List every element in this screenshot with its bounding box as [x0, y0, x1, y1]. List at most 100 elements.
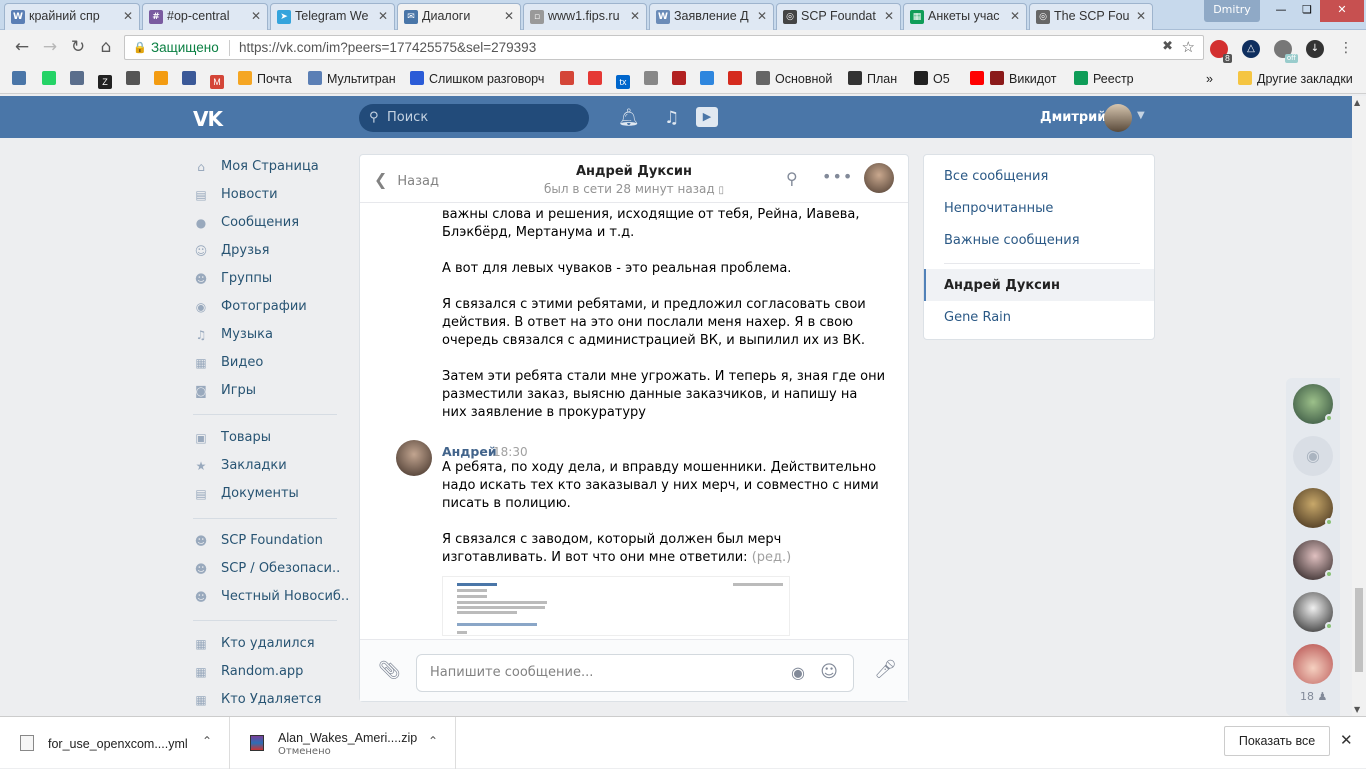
tab-close-icon[interactable]: ✕ [123, 4, 133, 29]
home-button[interactable]: ⌂ [96, 37, 116, 57]
left-nav-item[interactable]: ▦ Кто Удаляется [193, 690, 343, 710]
chevron-down-icon[interactable]: ▼ [1137, 110, 1145, 121]
bookmark-item[interactable] [970, 71, 989, 87]
conversation-item[interactable]: Gene Rain [944, 310, 1011, 325]
bookmark-item[interactable]: M [210, 71, 229, 89]
notifications-bell-icon[interactable]: 🔔︎ [618, 108, 640, 128]
chat-search-icon[interactable]: ⚲ [786, 169, 798, 188]
browser-tab[interactable]: W Заявление Д ✕ [649, 3, 774, 30]
browser-tab[interactable]: Wкрайний спр ✕ [4, 3, 140, 30]
friend-avatar[interactable] [1293, 384, 1333, 424]
conversation-item[interactable]: Андрей Дуксин [944, 278, 1060, 293]
show-all-downloads-button[interactable]: Показать все [1224, 726, 1330, 756]
message-time[interactable]: 18:30 [493, 445, 528, 459]
bookmark-item[interactable]: Реестр [1074, 71, 1134, 87]
left-nav-item[interactable]: ★ Закладки [193, 456, 343, 476]
address-bar[interactable]: 🔒 Защищено https://vk.com/im?peers=17742… [124, 35, 1204, 60]
message-input[interactable]: Напишите сообщение... ◉ ☺ [416, 654, 854, 692]
left-nav-item[interactable]: ◉ Фотографии [193, 297, 343, 317]
back-button[interactable]: ← [12, 37, 32, 57]
tab-close-icon[interactable]: ✕ [1010, 4, 1020, 29]
smile-icon[interactable]: ☺ [820, 662, 838, 682]
left-nav-item[interactable]: ▣ Товары [193, 428, 343, 448]
bookmark-item[interactable]: Основной [756, 71, 832, 87]
download-item[interactable]: for_use_openxcom....yml ⌃ [0, 717, 230, 769]
bookmark-star-icon[interactable]: ☆ [1182, 38, 1195, 56]
music-player-icon[interactable]: ♫ [664, 108, 679, 128]
bookmark-item[interactable] [560, 71, 579, 87]
vpn-extension-icon[interactable]: off [1274, 40, 1298, 63]
left-nav-item[interactable]: ♫ Музыка [193, 325, 343, 345]
extension-badge-icon[interactable]: 8 [1210, 40, 1232, 63]
friend-avatar[interactable] [1293, 488, 1333, 528]
bookmark-item[interactable]: План [848, 71, 897, 87]
reload-button[interactable]: ↻ [68, 37, 88, 57]
bookmark-item[interactable] [728, 71, 747, 87]
message-author[interactable]: Андрей [442, 444, 497, 459]
messages-filter-item[interactable]: Непрочитанные [944, 201, 1053, 216]
bookmark-item[interactable]: tx [616, 71, 635, 89]
browser-tab[interactable]: ✉ Диалоги ✕ [397, 3, 521, 30]
extension-puzzle-icon[interactable]: ✖ [1162, 39, 1173, 54]
bookmark-item[interactable]: Z [98, 71, 117, 89]
browser-tab[interactable]: ◎ The SCP Fou ✕ [1029, 3, 1153, 30]
bookmark-item[interactable] [644, 71, 663, 87]
left-nav-item[interactable]: ☺ Друзья [193, 241, 343, 261]
bookmark-item[interactable] [154, 71, 173, 87]
microphone-icon[interactable]: 🎤︎ [874, 659, 897, 680]
attach-paperclip-icon[interactable]: 📎︎ [378, 660, 401, 681]
bookmark-item[interactable] [182, 71, 201, 87]
download-extension-icon[interactable]: ↓ [1306, 40, 1324, 58]
bookmark-item[interactable] [126, 71, 145, 87]
message-history[interactable]: важны слова и решения, исходящие от тебя… [360, 204, 908, 639]
left-nav-item[interactable]: ▦ Кто удалился [193, 634, 343, 654]
bookmark-item[interactable] [672, 71, 691, 87]
url-text[interactable]: https://vk.com/im?peers=177425575&sel=27… [239, 40, 536, 55]
left-nav-item[interactable]: ☻ Группы [193, 269, 343, 289]
bookmark-item[interactable] [588, 71, 607, 87]
more-options-icon[interactable]: ••• [822, 167, 853, 186]
tab-close-icon[interactable]: ✕ [251, 4, 261, 29]
close-downloads-icon[interactable]: ✕ [1340, 731, 1353, 749]
profile-button[interactable]: Dmitry [1204, 0, 1260, 22]
left-nav-item[interactable]: ☻ Честный Новосиб.. [193, 587, 349, 607]
browser-tab[interactable]: ▫ www1.fips.ru ✕ [523, 3, 647, 30]
tab-close-icon[interactable]: ✕ [1136, 4, 1146, 29]
messages-filter-item[interactable]: Все сообщения [944, 169, 1048, 184]
friend-avatar-placeholder[interactable]: ◉ [1293, 436, 1333, 476]
tab-close-icon[interactable]: ✕ [378, 4, 388, 29]
left-nav-item[interactable]: ▤ Новости [193, 185, 343, 205]
tab-close-icon[interactable]: ✕ [757, 4, 767, 29]
friends-online-count[interactable]: 18 ♟ [1300, 690, 1327, 703]
bookmark-item[interactable]: Почта [238, 71, 292, 87]
friend-avatar[interactable] [1293, 644, 1333, 684]
messages-filter-item[interactable]: Важные сообщения [944, 233, 1080, 248]
scroll-down-arrow-icon[interactable]: ▼ [1354, 705, 1360, 714]
bookmark-item[interactable] [700, 71, 719, 87]
forward-button[interactable]: → [40, 37, 60, 57]
vk-logo[interactable]: VK [193, 107, 223, 131]
chevron-up-icon[interactable]: ⌃ [428, 734, 438, 748]
friend-avatar[interactable] [1293, 592, 1333, 632]
browser-menu-icon[interactable]: ⋮ [1336, 38, 1356, 58]
browser-tab[interactable]: ➤ Telegram We ✕ [270, 3, 395, 30]
bookmarks-overflow-button[interactable]: » [1206, 71, 1213, 87]
vk-search-input[interactable]: ⚲ Поиск [359, 104, 589, 132]
attached-screenshot[interactable] [442, 576, 790, 636]
browser-tab[interactable]: ▦ Анкеты учас ✕ [903, 3, 1027, 30]
bookmark-item[interactable]: Мультитран [308, 71, 396, 87]
left-nav-item[interactable]: ● Сообщения [193, 213, 343, 233]
restore-button[interactable]: ❏ [1294, 0, 1320, 22]
close-window-button[interactable]: ✕ [1320, 0, 1364, 22]
bookmark-item[interactable] [70, 71, 89, 87]
left-nav-item[interactable]: ◙ Игры [193, 381, 343, 401]
message-author-avatar[interactable] [396, 440, 432, 476]
bookmark-item[interactable]: Слишком разговорч [410, 71, 544, 87]
tab-close-icon[interactable]: ✕ [504, 4, 514, 29]
play-button-icon[interactable]: ▶ [696, 107, 718, 127]
bookmark-item[interactable]: Викидот [990, 71, 1056, 87]
user-avatar[interactable] [1104, 104, 1132, 132]
browser-tab[interactable]: ◎ SCP Foundat ✕ [776, 3, 901, 30]
left-nav-item[interactable]: ☻ SCP / Обезопаси.. [193, 559, 343, 579]
bookmark-item[interactable]: O5 [914, 71, 950, 87]
